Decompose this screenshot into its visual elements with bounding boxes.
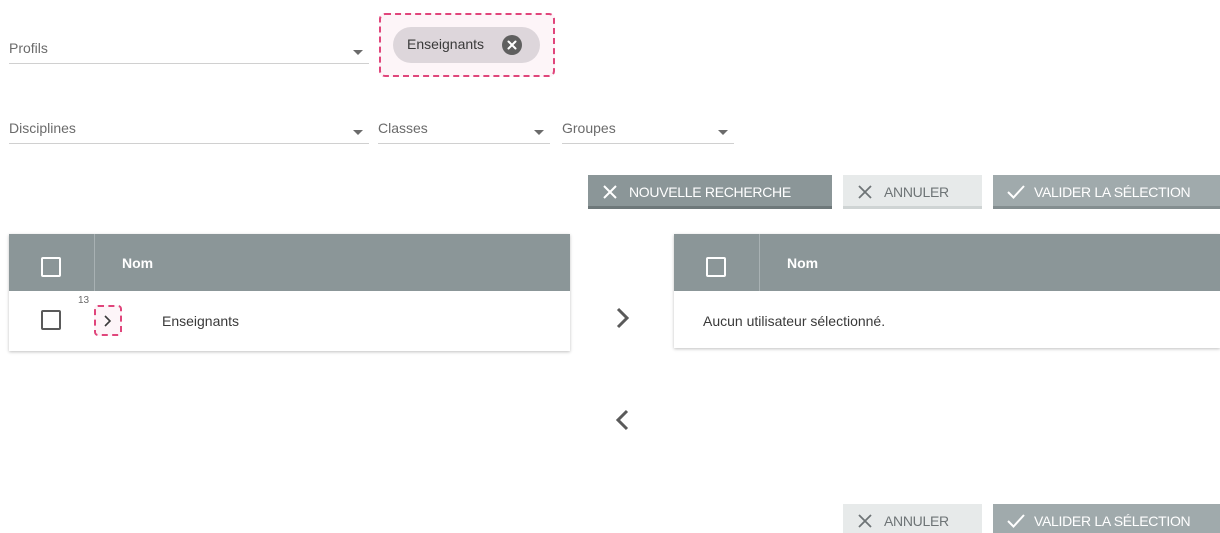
profils-select[interactable]: Profils [9, 34, 369, 64]
remove-from-selection-button[interactable] [612, 408, 632, 432]
check-icon [1007, 184, 1025, 200]
validate-selection-button-top[interactable]: Valider la sélection [993, 175, 1220, 209]
cancel-button-bottom[interactable]: Annuler [843, 504, 982, 533]
new-search-button[interactable]: Nouvelle recherche [588, 175, 832, 209]
column-header-nom: Nom [122, 255, 154, 271]
new-search-label: Nouvelle recherche [629, 184, 791, 200]
expand-row-button[interactable] [94, 305, 122, 336]
chevron-right-icon [103, 314, 113, 333]
groupes-label: Groupes [562, 120, 616, 136]
available-users-table: Nom [9, 234, 570, 351]
select-all-checkbox[interactable] [41, 257, 61, 277]
dropdown-caret-icon [534, 130, 544, 135]
dropdown-caret-icon [353, 130, 363, 135]
cancel-button-top[interactable]: Annuler [843, 175, 982, 209]
validate-selection-label: Valider la sélection [1034, 513, 1191, 529]
validate-selection-label: Valider la sélection [1034, 184, 1191, 200]
cancel-label: Annuler [884, 184, 949, 200]
member-count-badge: 13 [78, 295, 90, 306]
disciplines-label: Disciplines [9, 120, 76, 136]
header-divider [759, 234, 760, 291]
table-header: Nom [9, 234, 570, 291]
header-divider [94, 234, 95, 291]
groupes-select[interactable]: Groupes [562, 114, 734, 144]
table-row-name: Enseignants [162, 313, 240, 329]
empty-selection-message: Aucun utilisateur sélectionné. [703, 313, 886, 329]
column-header-nom: Nom [787, 255, 819, 271]
chip-label: Enseignants [407, 36, 485, 52]
close-icon [857, 184, 873, 200]
profils-label: Profils [9, 40, 48, 56]
select-all-checkbox[interactable] [706, 257, 726, 277]
close-icon [857, 513, 873, 529]
add-to-selection-button[interactable] [613, 306, 633, 330]
chevron-left-icon [615, 409, 629, 431]
row-checkbox[interactable] [41, 310, 61, 330]
dropdown-caret-icon [718, 130, 728, 135]
classes-label: Classes [378, 120, 428, 136]
close-circle-icon[interactable] [502, 35, 522, 55]
dropdown-caret-icon [353, 50, 363, 55]
cancel-label: Annuler [884, 513, 949, 529]
selected-users-table: Nom [674, 234, 1220, 348]
selected-chip-enseignants: Enseignants [393, 27, 540, 63]
table-header: Nom [674, 234, 1220, 291]
check-icon [1007, 513, 1025, 529]
chevron-right-icon [616, 307, 630, 329]
disciplines-select[interactable]: Disciplines [9, 114, 369, 144]
classes-select[interactable]: Classes [378, 114, 550, 144]
validate-selection-button-bottom[interactable]: Valider la sélection [993, 504, 1220, 533]
close-icon [602, 184, 618, 200]
